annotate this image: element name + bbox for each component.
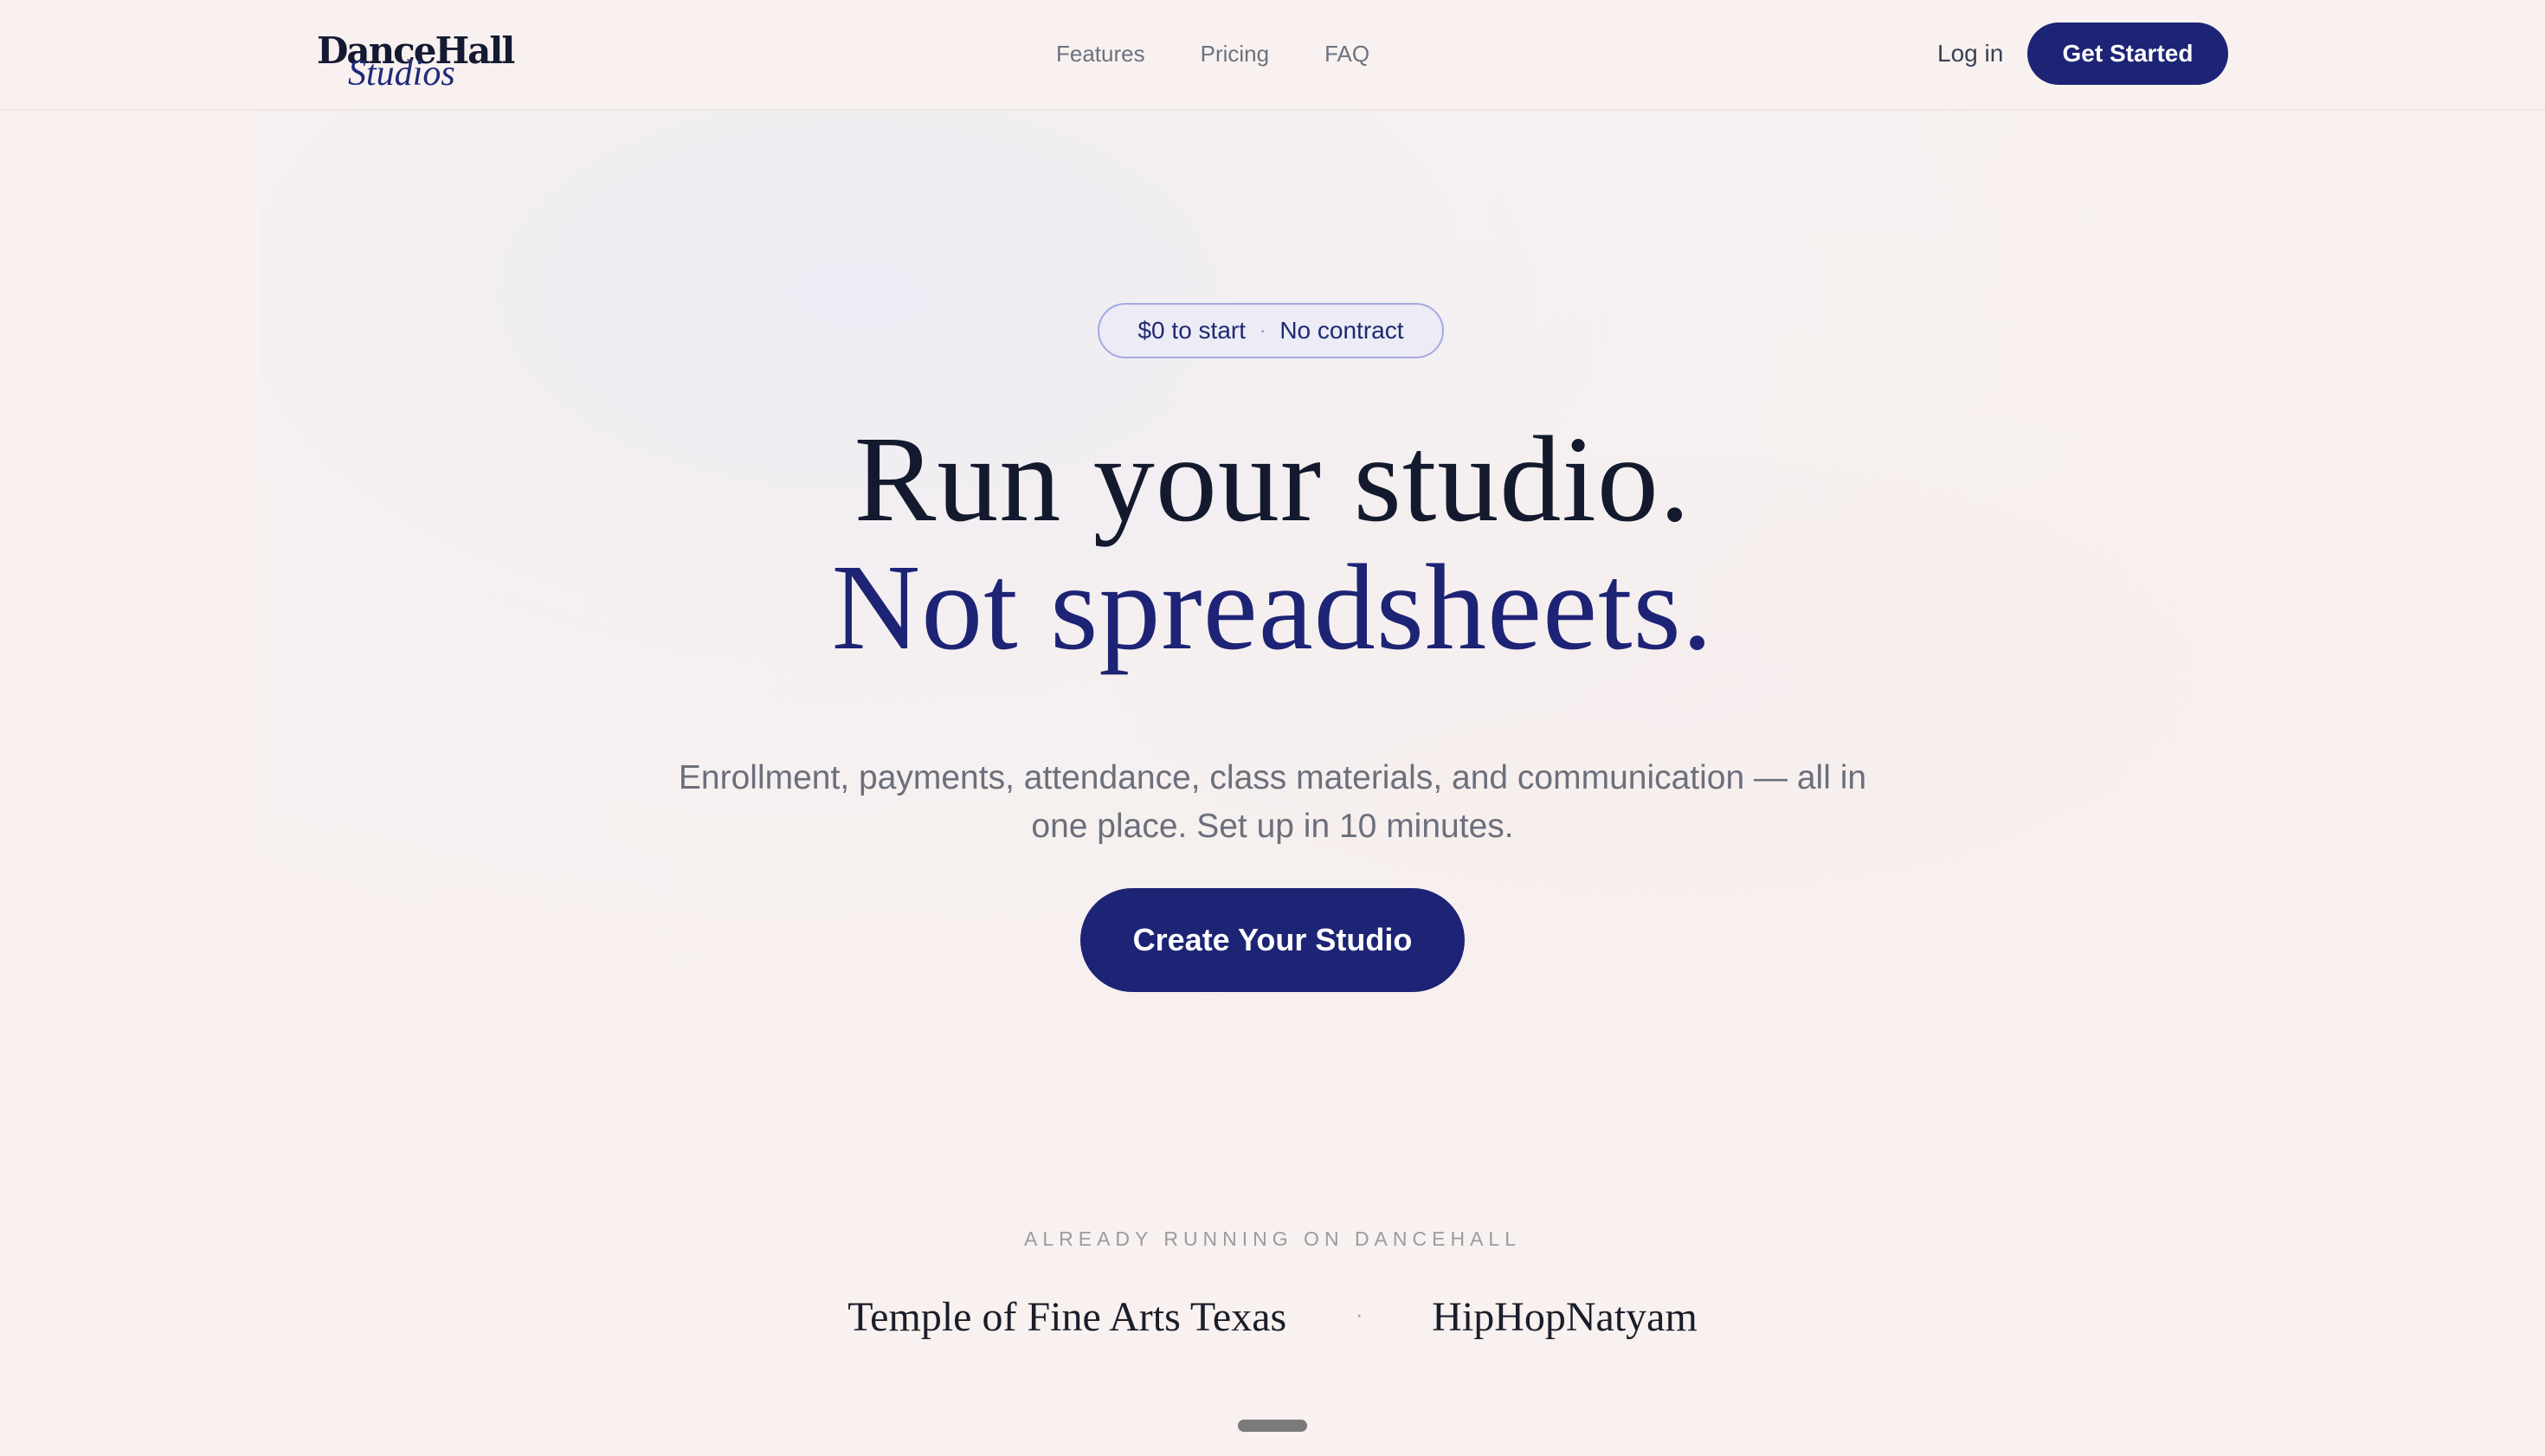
pricing-badge: $0 to start · No contract [1098,303,1444,358]
login-link[interactable]: Log in [1937,38,2003,69]
nav-link-pricing[interactable]: Pricing [1201,38,1269,69]
brand-logo[interactable]: DanceHall Studios [317,29,515,93]
studio-separator: · [1356,1305,1363,1328]
scroll-indicator [1238,1420,1307,1432]
pricing-badge-start: $0 to start [1137,317,1246,344]
nav-link-features[interactable]: Features [1056,38,1145,69]
pricing-badge-contract: No contract [1279,317,1404,344]
hero-subtitle: Enrollment, payments, attendance, class … [678,759,1867,845]
headline-line-2: Not spreadsheets. [831,538,1714,675]
headline-line-1: Run your studio. [854,410,1691,547]
get-started-button[interactable]: Get Started [2027,23,2228,85]
studio-name: Temple of Fine Arts Texas [847,1294,1287,1340]
top-navigation: DanceHall Studios Features Pricing FAQ L… [0,0,2545,111]
nav-links: Features Pricing FAQ [1056,38,1369,69]
badge-separator: · [1260,319,1266,341]
create-studio-button[interactable]: Create Your Studio [1080,888,1465,992]
nav-link-faq[interactable]: FAQ [1324,38,1369,69]
brand-script: Studios [348,54,455,93]
studio-list: Temple of Fine Arts Texas · HipHopNatyam [0,1293,2545,1341]
social-proof-label: ALREADY RUNNING ON DANCEHALL [1023,1227,1521,1250]
studio-name: HipHopNatyam [1432,1294,1698,1340]
